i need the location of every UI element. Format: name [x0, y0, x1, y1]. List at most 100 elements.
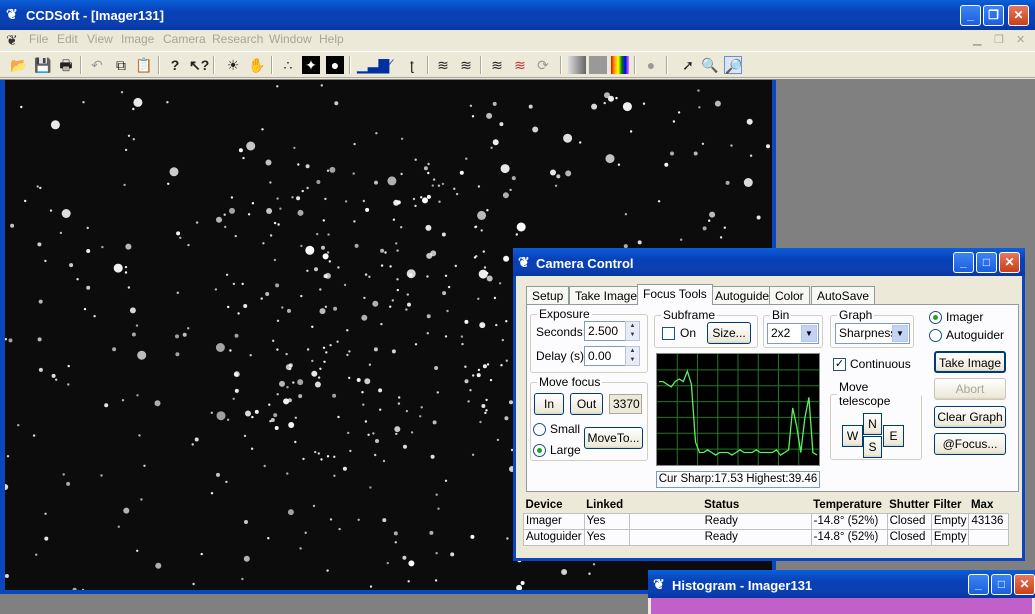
- star: [93, 315, 96, 318]
- delay-input[interactable]: [584, 346, 626, 366]
- menu-view[interactable]: View: [87, 32, 113, 46]
- focus-in-button[interactable]: In: [534, 393, 564, 415]
- menu-research[interactable]: Research: [212, 32, 263, 46]
- imager-radio[interactable]: [929, 311, 942, 324]
- histogram-titlebar[interactable]: ❦ Histogram - Imager131 _ □ ✕: [648, 570, 1035, 598]
- menu-image[interactable]: Image: [121, 32, 154, 46]
- transform-icon[interactable]: ʈ: [403, 56, 421, 74]
- tab-autosave[interactable]: AutoSave: [811, 286, 876, 304]
- seconds-input[interactable]: [584, 321, 626, 341]
- seconds-label: Seconds:: [536, 325, 587, 339]
- cc-maximize-button[interactable]: □: [976, 252, 997, 273]
- color-combine-icon[interactable]: ≋: [511, 56, 529, 74]
- menu-camera[interactable]: Camera: [163, 32, 206, 46]
- combine-icon[interactable]: ≋: [488, 56, 506, 74]
- stars-icon[interactable]: ✦: [302, 56, 320, 74]
- open-icon[interactable]: 📂: [10, 56, 28, 74]
- mdi-close-button[interactable]: ✕: [1016, 33, 1025, 46]
- tab-setup[interactable]: Setup: [526, 286, 570, 304]
- move-south-button[interactable]: S: [863, 436, 882, 458]
- star: [143, 464, 146, 467]
- abort-button[interactable]: Abort: [934, 378, 1006, 400]
- hist-close-button[interactable]: ✕: [1014, 574, 1035, 595]
- cell-temperature: -14.8° (52%): [810, 512, 888, 530]
- context-help-icon[interactable]: ↖?: [189, 56, 209, 74]
- tab-autoguide[interactable]: Autoguide: [709, 286, 776, 304]
- star: [467, 400, 470, 403]
- copy-icon[interactable]: ⧉: [112, 56, 130, 74]
- star: [460, 335, 464, 338]
- gray-icon[interactable]: [589, 56, 607, 74]
- menu-window[interactable]: Window: [269, 32, 312, 46]
- move-west-button[interactable]: W: [842, 425, 863, 447]
- stack-alt-icon[interactable]: ≋: [457, 56, 475, 74]
- focus-out-button[interactable]: Out: [570, 393, 603, 415]
- star: [324, 197, 327, 201]
- small-radio[interactable]: [533, 423, 546, 436]
- continuous-checkbox[interactable]: ✓: [833, 358, 846, 371]
- close-button[interactable]: ✕: [1008, 5, 1029, 26]
- undo-icon[interactable]: ↶: [88, 56, 106, 74]
- move-north-button[interactable]: N: [863, 413, 882, 435]
- clear-graph-button[interactable]: Clear Graph: [934, 406, 1006, 428]
- star: [131, 332, 136, 337]
- graph-type-select[interactable]: Sharpness ▼: [835, 323, 910, 344]
- star: [495, 323, 498, 327]
- save-icon[interactable]: 💾: [34, 56, 52, 74]
- mdi-minimize-button[interactable]: ▁: [973, 33, 981, 46]
- hand-icon[interactable]: ✋: [248, 56, 266, 74]
- restore-button[interactable]: ❐: [983, 5, 1004, 26]
- stack-icon[interactable]: ≋: [434, 56, 452, 74]
- brightness-icon[interactable]: ☀: [224, 56, 242, 74]
- menu-help[interactable]: Help: [319, 32, 344, 46]
- cc-minimize-button[interactable]: _: [953, 252, 974, 273]
- hist-minimize-button[interactable]: _: [968, 574, 989, 595]
- curve-icon[interactable]: ⟋: [380, 56, 398, 74]
- star: [276, 348, 279, 351]
- minimize-button[interactable]: _: [960, 5, 981, 26]
- menu-file[interactable]: File: [29, 32, 48, 46]
- move-east-button[interactable]: E: [883, 425, 904, 447]
- tab-focus-tools[interactable]: Focus Tools: [637, 284, 713, 305]
- tab-color[interactable]: Color: [769, 286, 810, 304]
- help-icon[interactable]: ?: [166, 56, 184, 74]
- subframe-size-button[interactable]: Size...: [707, 322, 751, 344]
- delay-spinner[interactable]: ▲ ▼: [625, 346, 640, 366]
- rainbow-icon[interactable]: [611, 56, 629, 74]
- table-row[interactable]: Autoguider Yes Ready -14.8° (52%) Closed…: [523, 528, 1010, 546]
- circle-icon[interactable]: ●: [642, 56, 660, 74]
- pointer-icon[interactable]: ➚: [679, 56, 697, 74]
- moveto-button[interactable]: MoveTo...: [584, 427, 643, 449]
- subframe-on-checkbox[interactable]: [662, 327, 675, 340]
- stars-alt-icon[interactable]: ●: [326, 56, 344, 74]
- chevron-down-icon: ▼: [892, 325, 908, 342]
- table-row[interactable]: Imager Yes Ready -14.8° (52%) Closed Emp…: [523, 512, 1010, 530]
- gray-gradient-icon[interactable]: [568, 56, 586, 74]
- mdi-restore-button[interactable]: ❐: [994, 33, 1004, 46]
- large-radio[interactable]: [533, 444, 546, 457]
- zoom-out-icon[interactable]: 🔎: [724, 56, 742, 74]
- zoom-in-icon[interactable]: 🔍: [701, 56, 719, 74]
- autoguider-radio[interactable]: [929, 329, 942, 342]
- take-image-button[interactable]: Take Image: [934, 351, 1006, 373]
- histogram-icon[interactable]: ▁▃▇: [357, 56, 389, 74]
- seconds-spinner[interactable]: ▲ ▼: [625, 321, 640, 341]
- star: [498, 282, 502, 285]
- star: [501, 338, 504, 342]
- bin-select[interactable]: 2x2 ▼: [767, 323, 819, 344]
- star: [395, 242, 398, 245]
- app-titlebar[interactable]: ❦ CCDSoft - [Imager131] _ ❐ ✕: [0, 0, 1035, 30]
- focus-button[interactable]: @Focus...: [934, 433, 1006, 455]
- menu-edit[interactable]: Edit: [57, 32, 78, 46]
- hist-maximize-button[interactable]: □: [991, 574, 1012, 595]
- paste-icon[interactable]: 📋: [135, 56, 153, 74]
- document-icon[interactable]: ❦: [6, 32, 22, 48]
- rotate-icon[interactable]: ⟳: [534, 56, 552, 74]
- star-icon[interactable]: ∴: [279, 56, 297, 74]
- camera-control-titlebar[interactable]: ❦ Camera Control _ □ ✕: [513, 248, 1025, 276]
- star: [478, 269, 488, 279]
- tab-take-image[interactable]: Take Image: [569, 286, 644, 304]
- print-icon[interactable]: 🖶: [57, 56, 75, 74]
- cc-close-button[interactable]: ✕: [999, 252, 1020, 273]
- star: [273, 258, 277, 262]
